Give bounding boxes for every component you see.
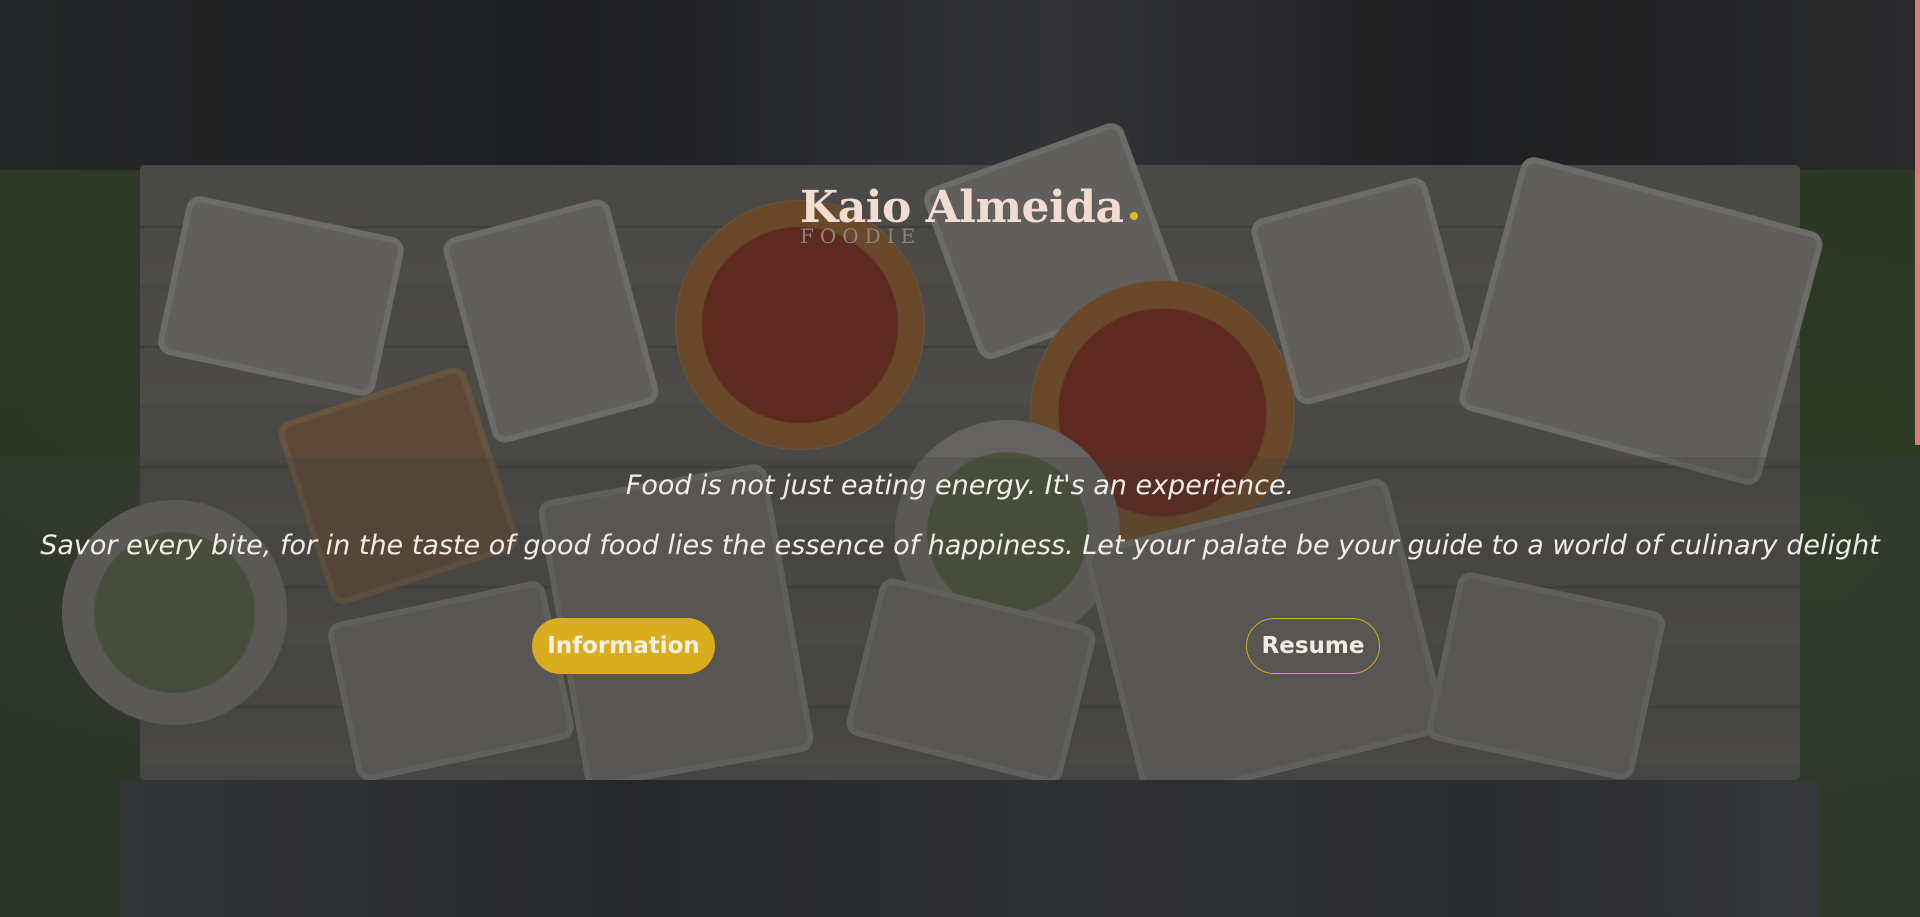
resume-button[interactable]: Resume (1246, 618, 1380, 674)
hero-section: Kaio Almeida FOODIE Food is not just eat… (0, 0, 1920, 917)
scrollbar-edge[interactable] (1915, 0, 1920, 445)
hero-tagline-secondary: Savor every bite, for in the taste of go… (40, 530, 1880, 561)
brand-dot-icon (1129, 212, 1138, 220)
information-button[interactable]: Information (532, 618, 715, 674)
overlay-band (0, 457, 1920, 917)
hero-tagline-primary: Food is not just eating energy. It's an … (625, 470, 1295, 501)
brand-logo[interactable]: Kaio Almeida FOODIE (800, 183, 1138, 246)
